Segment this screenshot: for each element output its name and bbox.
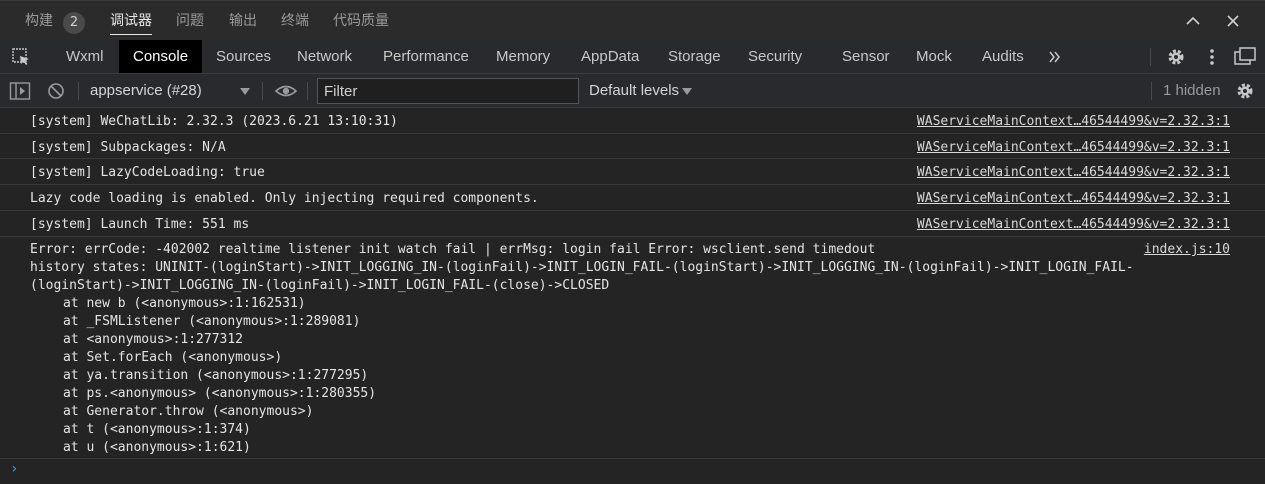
tab-build-label: 构建 <box>25 13 53 29</box>
message-source-link[interactable]: WAServiceMainContext…46544499&v=2.32.3:1 <box>917 217 1230 232</box>
levels-dropdown-icon[interactable] <box>682 86 692 96</box>
tab-storage[interactable]: Storage <box>668 40 721 73</box>
message-source-link[interactable]: WAServiceMainContext…46544499&v=2.32.3:1 <box>917 191 1230 206</box>
build-count-badge: 2 <box>63 12 85 34</box>
message-text: [system] WeChatLib: 2.32.3 (2023.6.21 13… <box>30 114 398 129</box>
tab-memory[interactable]: Memory <box>496 40 550 73</box>
message-source-link[interactable]: WAServiceMainContext…46544499&v=2.32.3:1 <box>917 114 1230 129</box>
stack-trace-line: at new b (<anonymous>:1:162531) <box>63 296 306 311</box>
tab-security[interactable]: Security <box>748 40 802 73</box>
console-prompt-icon[interactable]: › <box>10 461 18 477</box>
stack-trace-line: at Set.forEach (<anonymous>) <box>63 350 283 365</box>
message-source-link[interactable]: WAServiceMainContext…46544499&v=2.32.3:1 <box>917 165 1230 180</box>
message-text: [system] Launch Time: 551 ms <box>30 217 250 232</box>
tab-performance[interactable]: Performance <box>383 40 469 73</box>
console-message: [system] Launch Time: 551 ms WAServiceMa… <box>0 211 1265 237</box>
toolbar-divider <box>307 82 308 100</box>
settings-gear-icon[interactable] <box>1166 47 1186 67</box>
collapse-panel-icon[interactable] <box>1184 12 1202 30</box>
tab-mock[interactable]: Mock <box>916 40 952 73</box>
message-text: [system] LazyCodeLoading: true <box>30 165 265 180</box>
console-message: [system] WeChatLib: 2.32.3 (2023.6.21 13… <box>0 108 1265 134</box>
tab-code-quality[interactable]: 代码质量 <box>333 1 389 41</box>
tab-network[interactable]: Network <box>297 40 352 73</box>
stack-trace-line: at u (<anonymous>:1:621) <box>63 440 251 455</box>
inspect-element-icon[interactable] <box>11 47 31 67</box>
error-text-line: (loginStart)->INIT_LOGGING_IN-(loginFail… <box>30 278 610 293</box>
context-selector-value: appservice (#28) <box>90 82 202 99</box>
tab-sources[interactable]: Sources <box>216 40 271 73</box>
log-levels-dropdown[interactable]: Default levels <box>589 80 679 102</box>
message-text: [system] Subpackages: N/A <box>30 140 226 155</box>
tab-output[interactable]: 输出 <box>229 1 257 41</box>
log-levels-label: Default levels <box>589 82 680 99</box>
console-messages: [system] WeChatLib: 2.32.3 (2023.6.21 13… <box>0 108 1265 484</box>
sidebar-toggle-icon[interactable] <box>9 81 31 101</box>
clear-console-icon[interactable] <box>46 81 66 101</box>
console-settings-gear-icon[interactable] <box>1235 81 1255 101</box>
filter-input[interactable] <box>317 78 579 104</box>
kebab-menu-icon[interactable] <box>1202 47 1222 67</box>
tab-sensor[interactable]: Sensor <box>842 40 890 73</box>
error-text-line: history states: UNINIT-(loginStart)->INI… <box>30 260 1134 275</box>
close-panel-icon[interactable] <box>1224 12 1242 30</box>
tab-console[interactable]: Console <box>119 40 203 73</box>
tab-appdata[interactable]: AppData <box>581 40 639 73</box>
message-source-link[interactable]: WAServiceMainContext…46544499&v=2.32.3:1 <box>917 140 1230 155</box>
error-text-line: Error: errCode: -402002 realtime listene… <box>30 242 876 257</box>
stack-trace-line: at t (<anonymous>:1:374) <box>63 422 251 437</box>
error-message: Error: errCode: -402002 realtime listene… <box>0 237 1265 459</box>
tab-wxml[interactable]: Wxml <box>66 40 104 73</box>
toolbar-divider <box>262 82 263 100</box>
toolbar-divider <box>1150 48 1151 66</box>
more-tabs-icon[interactable] <box>1047 49 1063 65</box>
stack-trace-line: at <anonymous>:1:277312 <box>63 332 244 347</box>
panel-tabs-bar: 构建 2 调试器 问题 输出 终端 代码质量 <box>0 0 1265 40</box>
tab-build[interactable]: 构建 2 <box>25 1 85 41</box>
error-source-link[interactable]: index.js:10 <box>1144 242 1230 257</box>
devtools-tabs-bar: Wxml Console Sources Network Performance… <box>0 40 1265 74</box>
active-tab-underline <box>110 34 152 35</box>
tab-debugger[interactable]: 调试器 <box>110 1 152 41</box>
message-text: Lazy code loading is enabled. Only injec… <box>30 191 539 206</box>
live-expression-eye-icon[interactable] <box>274 82 298 100</box>
context-selector[interactable]: appservice (#28) <box>90 80 255 102</box>
console-toolbar: appservice (#28) Default levels 1 hidden <box>0 74 1265 108</box>
hidden-messages-count: 1 hidden <box>1163 82 1221 99</box>
stack-trace-line: at Generator.throw (<anonymous>) <box>63 404 314 419</box>
dock-side-icon[interactable] <box>1233 46 1257 68</box>
console-message: [system] LazyCodeLoading: true WAService… <box>0 159 1265 185</box>
tab-debugger-label: 调试器 <box>110 13 152 29</box>
tab-issues[interactable]: 问题 <box>176 1 204 41</box>
console-message: [system] Subpackages: N/A WAServiceMainC… <box>0 134 1265 159</box>
toolbar-divider <box>78 82 79 100</box>
stack-trace-line: at ya.transition (<anonymous>:1:277295) <box>63 368 369 383</box>
tab-audits[interactable]: Audits <box>982 40 1024 73</box>
stack-trace-line: at ps.<anonymous> (<anonymous>:1:280355) <box>63 386 377 401</box>
tab-terminal[interactable]: 终端 <box>281 1 309 41</box>
toolbar-divider <box>1151 82 1152 100</box>
console-message: Lazy code loading is enabled. Only injec… <box>0 185 1265 211</box>
context-dropdown-icon[interactable] <box>240 86 250 96</box>
stack-trace-line: at _FSMListener (<anonymous>:1:289081) <box>63 314 361 329</box>
